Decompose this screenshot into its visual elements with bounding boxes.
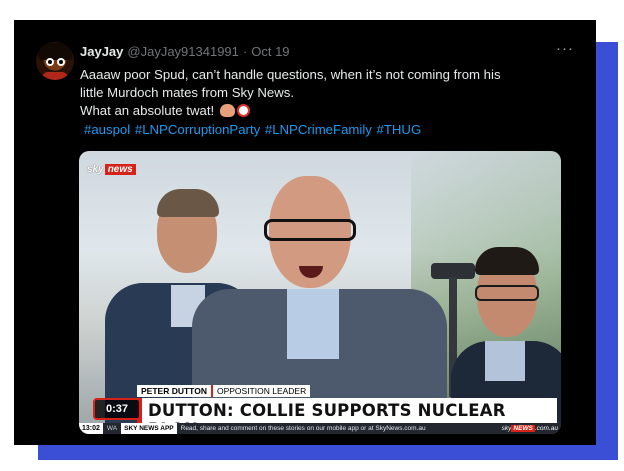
news-ticker: 13:02 WA SKY NEWS APP Read, share and co… <box>79 423 561 434</box>
tweet-text-line-3-text: What an absolute twat! <box>80 103 215 118</box>
speaker-name: PETER DUTTON <box>137 385 211 397</box>
ticker-time: 13:02 <box>79 423 103 434</box>
peanut-emoji-icon <box>219 104 235 117</box>
ticker-text: Read, share and comment on these stories… <box>180 425 426 432</box>
clown-emoji-icon <box>236 104 250 117</box>
logo-news: news <box>104 164 136 175</box>
sky-news-logo: sky news <box>87 164 136 175</box>
video-duration-badge[interactable]: 0:37 <box>93 398 141 420</box>
ticker-app-label: SKY NEWS APP <box>121 423 177 434</box>
speaker-role: OPPOSITION LEADER <box>210 385 311 397</box>
tweet-card[interactable]: JayJay @JayJay91341991 · Oct 19 ··· Aaaa… <box>14 20 596 445</box>
avatar[interactable] <box>36 42 74 80</box>
tweet-text: Aaaaw poor Spud, can’t handle questions,… <box>80 66 570 120</box>
headline-strap: DUTTON: COLLIE SUPPORTS NUCLEAR PLAN <box>137 398 557 434</box>
ticker-region: WA <box>106 425 118 432</box>
ticker-logo: sky NEWS .com.au <box>499 425 561 432</box>
name-strap: PETER DUTTON OPPOSITION LEADER <box>137 385 311 397</box>
ticker-logo-news: NEWS <box>511 425 535 432</box>
tweet-text-line-1: Aaaaw poor Spud, can’t handle questions,… <box>80 67 501 82</box>
video-player[interactable]: sky news PETER DUTTON OPPOSITION LEADER … <box>79 151 561 434</box>
handle[interactable]: @JayJay91341991 <box>127 44 239 59</box>
separator: · <box>242 44 248 59</box>
tweet-text-line-2: little Murdoch mates from Sky News. <box>80 85 294 100</box>
display-name[interactable]: JayJay <box>80 44 123 59</box>
ticker-logo-suffix: .com.au <box>534 425 558 432</box>
more-icon[interactable]: ··· <box>556 40 574 57</box>
logo-sky: sky <box>87 164 104 175</box>
timestamp[interactable]: Oct 19 <box>251 44 289 59</box>
hashtags[interactable]: #auspol #LNPCorruptionParty #LNPCrimeFam… <box>84 122 421 137</box>
tweet-text-line-3: What an absolute twat! <box>80 102 570 120</box>
ticker-logo-sky: sky <box>501 425 512 432</box>
tweet-header: JayJay @JayJay91341991 · Oct 19 <box>80 44 290 59</box>
